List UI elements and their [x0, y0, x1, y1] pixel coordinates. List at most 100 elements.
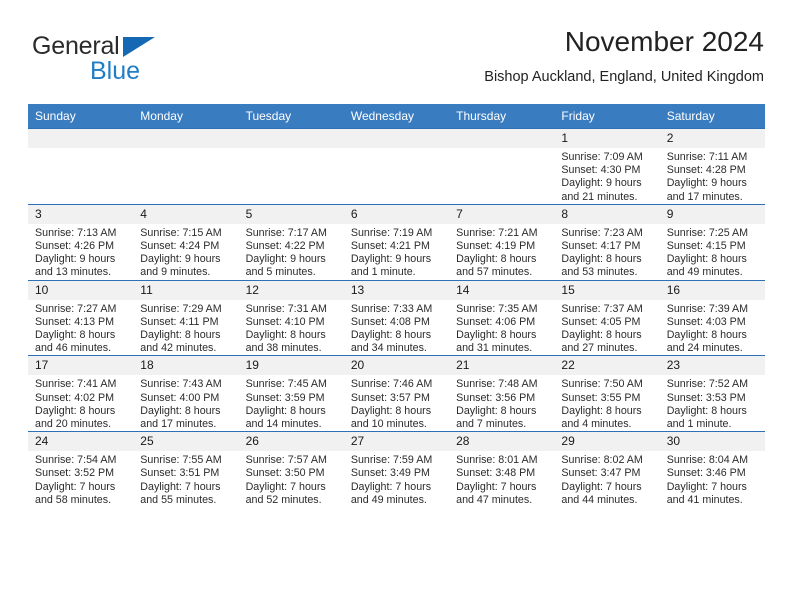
calendar-day-cell[interactable]: 1 Sunrise: 7:09 AM Sunset: 4:30 PM Daylight…: [554, 128, 660, 205]
day-details: [239, 148, 344, 151]
day-number: 25: [133, 432, 239, 452]
calendar-day-cell[interactable]: 27 Sunrise: 7:59 AM Sunset: 3:49 PM Dayligh…: [343, 431, 450, 508]
sunset-text: Sunset: 3:46 PM: [666, 467, 746, 480]
daylight-text-line1: Daylight: 7 hours: [140, 480, 221, 493]
weekday-header-thursday: Thursday: [449, 104, 555, 129]
calendar-day-cell[interactable]: 10 Sunrise: 7:27 AM Sunset: 4:13 PM Dayligh…: [28, 279, 134, 356]
calendar-day-cell[interactable]: 16 Sunrise: 7:39 AM Sunset: 4:03 PM Dayligh…: [659, 279, 765, 356]
daylight-text-line1: Daylight: 7 hours: [666, 480, 747, 493]
sunrise-text: Sunrise: 8:02 AM: [561, 454, 643, 467]
daylight-text-line1: Daylight: 8 hours: [561, 329, 642, 342]
sunrise-text: Sunrise: 7:29 AM: [140, 302, 222, 315]
calendar-day-cell[interactable]: 25 Sunrise: 7:55 AM Sunset: 3:51 PM Dayligh…: [133, 431, 239, 508]
day-details: Sunrise: 7:35 AM Sunset: 4:06 PM Daylight:…: [449, 300, 554, 356]
daylight-text-line1: Daylight: 8 hours: [666, 253, 747, 266]
day-number: 6: [343, 204, 450, 224]
sunrise-text: Sunrise: 8:04 AM: [666, 454, 749, 467]
calendar-day-cell[interactable]: 14 Sunrise: 7:35 AM Sunset: 4:06 PM Dayligh…: [449, 279, 555, 356]
calendar-day-cell[interactable]: 21 Sunrise: 7:48 AM Sunset: 3:56 PM Dayligh…: [449, 355, 555, 432]
general-blue-logo[interactable]: General Blue: [28, 26, 268, 84]
calendar-day-cell[interactable]: 19 Sunrise: 7:45 AM Sunset: 3:59 PM Dayligh…: [238, 355, 344, 432]
day-details: Sunrise: 7:11 AM Sunset: 4:28 PM Daylight:…: [660, 148, 765, 204]
calendar-day-cell[interactable]: 24 Sunrise: 7:54 AM Sunset: 3:52 PM Dayligh…: [28, 431, 134, 508]
daylight-text-line2: and 49 minutes.: [666, 266, 743, 279]
calendar-day-cell[interactable]: 6 Sunrise: 7:19 AM Sunset: 4:21 PM Daylight…: [343, 203, 450, 281]
day-details: [133, 148, 238, 151]
sunset-text: Sunset: 3:49 PM: [350, 467, 430, 480]
sunset-text: Sunset: 4:11 PM: [140, 315, 219, 328]
calendar-day-cell[interactable]: 2 Sunrise: 7:11 AM Sunset: 4:28 PM Daylight…: [659, 128, 765, 205]
calendar-day-cell[interactable]: 20 Sunrise: 7:46 AM Sunset: 3:57 PM Dayligh…: [343, 355, 450, 432]
daylight-text-line2: and 1 minute.: [350, 266, 416, 279]
sunrise-text: Sunrise: 7:41 AM: [35, 378, 117, 391]
daylight-text-line1: Daylight: 8 hours: [350, 404, 432, 417]
calendar-day-cell[interactable]: 11 Sunrise: 7:29 AM Sunset: 4:11 PM Dayligh…: [133, 279, 239, 356]
weekday-header-friday: Friday: [554, 104, 660, 129]
sunrise-text: Sunrise: 7:19 AM: [350, 226, 433, 239]
day-number: [343, 129, 450, 148]
daylight-text-line1: Daylight: 9 hours: [35, 253, 116, 266]
calendar-day-cell[interactable]: 23 Sunrise: 7:52 AM Sunset: 3:53 PM Dayligh…: [659, 355, 765, 432]
daylight-text-line1: Daylight: 8 hours: [140, 404, 221, 417]
day-details: Sunrise: 7:23 AM Sunset: 4:17 PM Daylight:…: [554, 224, 659, 280]
day-details: Sunrise: 7:52 AM Sunset: 3:53 PM Daylight:…: [660, 375, 765, 431]
day-details: Sunrise: 7:55 AM Sunset: 3:51 PM Daylight:…: [133, 451, 238, 507]
sunset-text: Sunset: 3:47 PM: [561, 467, 641, 480]
day-number: [133, 129, 239, 148]
calendar-day-cell[interactable]: 13 Sunrise: 7:33 AM Sunset: 4:08 PM Dayligh…: [343, 279, 450, 356]
daylight-text-line2: and 34 minutes.: [350, 342, 427, 355]
calendar-day-cell[interactable]: 30 Sunrise: 8:04 AM Sunset: 3:46 PM Dayligh…: [659, 431, 765, 508]
calendar-day-cell[interactable]: 15 Sunrise: 7:37 AM Sunset: 4:05 PM Dayligh…: [554, 279, 660, 356]
daylight-text-line2: and 57 minutes.: [456, 266, 533, 279]
calendar-day-cell[interactable]: 18 Sunrise: 7:43 AM Sunset: 4:00 PM Dayligh…: [133, 355, 239, 432]
sunset-text: Sunset: 4:21 PM: [350, 240, 430, 253]
daylight-text-line2: and 1 minute.: [666, 418, 732, 431]
sunset-text: Sunset: 4:05 PM: [561, 315, 641, 328]
calendar-day-cell-empty: [133, 128, 239, 205]
calendar-week-row: 3 Sunrise: 7:13 AM Sunset: 4:26 PM Daylight…: [28, 203, 765, 281]
calendar-day-cell[interactable]: 3 Sunrise: 7:13 AM Sunset: 4:26 PM Daylight…: [28, 203, 134, 281]
calendar-day-cell[interactable]: 17 Sunrise: 7:41 AM Sunset: 4:02 PM Dayligh…: [28, 355, 134, 432]
day-number: 5: [238, 204, 344, 224]
daylight-text-line2: and 9 minutes.: [140, 266, 211, 279]
calendar-day-cell[interactable]: 8 Sunrise: 7:23 AM Sunset: 4:17 PM Daylight…: [554, 203, 660, 281]
daylight-text-line2: and 5 minutes.: [245, 266, 316, 279]
calendar-day-cell[interactable]: 29 Sunrise: 8:02 AM Sunset: 3:47 PM Dayligh…: [554, 431, 660, 508]
calendar-body: 1 Sunrise: 7:09 AM Sunset: 4:30 PM Daylight…: [28, 128, 765, 508]
calendar-day-cell[interactable]: 7 Sunrise: 7:21 AM Sunset: 4:19 PM Daylight…: [449, 203, 555, 281]
daylight-text-line2: and 17 minutes.: [140, 418, 217, 431]
calendar-day-cell[interactable]: 26 Sunrise: 7:57 AM Sunset: 3:50 PM Dayligh…: [238, 431, 344, 508]
calendar-day-cell[interactable]: 12 Sunrise: 7:31 AM Sunset: 4:10 PM Dayligh…: [238, 279, 344, 356]
day-number: 3: [28, 204, 134, 224]
daylight-text-line1: Daylight: 8 hours: [666, 329, 747, 342]
daylight-text-line1: Daylight: 7 hours: [35, 480, 116, 493]
calendar-day-cell-empty: [449, 128, 555, 205]
sunrise-text: Sunrise: 7:21 AM: [456, 226, 538, 239]
day-details: Sunrise: 7:13 AM Sunset: 4:26 PM Daylight:…: [28, 224, 133, 280]
day-number: 13: [343, 280, 450, 300]
calendar-day-cell[interactable]: 4 Sunrise: 7:15 AM Sunset: 4:24 PM Daylight…: [133, 203, 239, 281]
sunset-text: Sunset: 4:06 PM: [456, 315, 536, 328]
daylight-text-line1: Daylight: 8 hours: [350, 329, 432, 342]
sunrise-text: Sunrise: 7:35 AM: [456, 302, 538, 315]
calendar-week-row: 1 Sunrise: 7:09 AM Sunset: 4:30 PM Daylight…: [28, 128, 765, 205]
day-details: Sunrise: 7:59 AM Sunset: 3:49 PM Daylight:…: [344, 451, 449, 507]
sunrise-text: Sunrise: 7:17 AM: [245, 226, 327, 239]
calendar-day-cell[interactable]: 28 Sunrise: 8:01 AM Sunset: 3:48 PM Dayligh…: [449, 431, 555, 508]
sunrise-text: Sunrise: 7:37 AM: [561, 302, 643, 315]
calendar-day-cell[interactable]: 9 Sunrise: 7:25 AM Sunset: 4:15 PM Daylight…: [659, 203, 765, 281]
daylight-text-line2: and 58 minutes.: [35, 493, 112, 506]
daylight-text-line2: and 20 minutes.: [35, 418, 112, 431]
daylight-text-line2: and 42 minutes.: [140, 342, 217, 355]
sunrise-text: Sunrise: 7:54 AM: [35, 454, 117, 467]
calendar-day-cell[interactable]: 22 Sunrise: 7:50 AM Sunset: 3:55 PM Dayligh…: [554, 355, 660, 432]
day-details: Sunrise: 7:41 AM Sunset: 4:02 PM Daylight:…: [28, 375, 133, 431]
day-number: [449, 129, 555, 148]
sunrise-text: Sunrise: 7:52 AM: [666, 378, 749, 391]
day-details: Sunrise: 7:27 AM Sunset: 4:13 PM Daylight:…: [28, 300, 133, 356]
calendar-day-cell[interactable]: 5 Sunrise: 7:17 AM Sunset: 4:22 PM Daylight…: [238, 203, 344, 281]
day-number: 11: [133, 280, 239, 300]
sunrise-text: Sunrise: 7:55 AM: [140, 454, 222, 467]
sunset-text: Sunset: 3:56 PM: [456, 391, 536, 404]
sunrise-text: Sunrise: 7:46 AM: [350, 378, 433, 391]
